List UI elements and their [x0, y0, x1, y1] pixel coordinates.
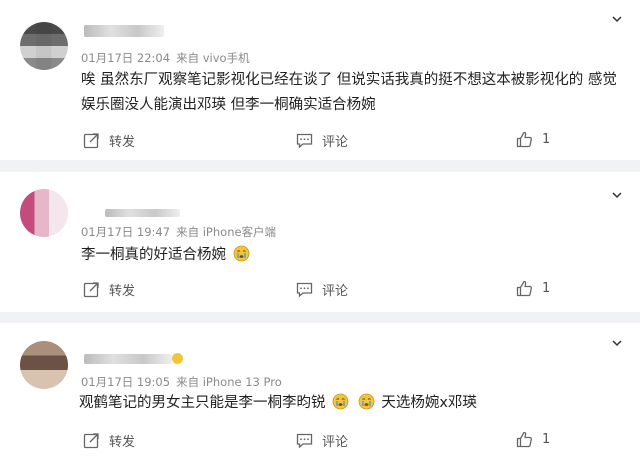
comment-label: 评论 — [322, 284, 349, 299]
crying-face-icon — [358, 393, 375, 410]
comment-body: 李一桐真的好适合杨婉 — [81, 243, 621, 268]
username-redacted[interactable] — [105, 209, 180, 217]
repost-button[interactable]: 转发 — [83, 131, 135, 150]
comment-source: 来自 iPhone客户端 — [176, 225, 277, 239]
comment-card: 01月17日 19:05 来自 iPhone 13 Pro 观鹤笔记的男女主只能是… — [0, 323, 640, 466]
like-button[interactable]: 1 — [516, 280, 550, 297]
like-button[interactable]: 1 — [516, 131, 550, 148]
comment-card: 01月17日 19:47 来自 iPhone客户端 李一桐真的好适合杨婉 转发 — [0, 172, 640, 312]
chevron-down-icon[interactable] — [612, 14, 622, 24]
comment-label: 评论 — [322, 135, 349, 150]
repost-button[interactable]: 转发 — [83, 431, 135, 450]
chevron-down-icon[interactable] — [612, 338, 622, 348]
comment-icon — [296, 433, 313, 449]
action-bar: 转发 评论 1 — [0, 431, 640, 453]
comment-meta: 01月17日 19:47 来自 iPhone客户端 — [81, 224, 276, 240]
avatar[interactable] — [20, 341, 68, 389]
repost-label: 转发 — [109, 284, 136, 299]
repost-label: 转发 — [109, 435, 136, 450]
crying-face-icon — [332, 393, 349, 410]
user-badge-icon — [172, 353, 183, 364]
username-redacted[interactable] — [84, 25, 164, 37]
like-button[interactable]: 1 — [516, 431, 550, 448]
comment-source: 来自 iPhone 13 Pro — [176, 375, 282, 389]
share-icon — [83, 282, 99, 298]
avatar[interactable] — [20, 189, 68, 237]
comment-text-part2: 天选杨婉x邓瑛 — [381, 395, 477, 411]
like-count: 1 — [542, 132, 551, 147]
comment-meta: 01月17日 19:05 来自 iPhone 13 Pro — [81, 374, 282, 390]
comment-body: 观鹤笔记的男女主只能是李一桐李昀锐 天选杨婉x邓瑛 — [79, 391, 619, 416]
comment-button[interactable]: 评论 — [296, 280, 348, 299]
comment-icon — [296, 133, 313, 149]
comment-button[interactable]: 评论 — [296, 431, 348, 450]
comment-icon — [296, 282, 313, 298]
thumbs-up-icon — [516, 431, 532, 448]
crying-face-icon — [233, 245, 250, 262]
like-count: 1 — [542, 281, 551, 296]
avatar[interactable] — [20, 22, 68, 70]
action-bar: 转发 评论 1 — [0, 280, 640, 302]
thumbs-up-icon — [516, 280, 532, 297]
comment-label: 评论 — [322, 435, 349, 450]
comment-time: 01月17日 22:04 — [81, 51, 171, 65]
chevron-down-icon[interactable] — [612, 190, 622, 200]
comment-card: 01月17日 22:04 来自 vivo手机 唉 虽然东厂观察笔记影视化已经在谈了… — [0, 0, 640, 160]
action-bar: 转发 评论 1 — [0, 131, 640, 153]
repost-label: 转发 — [109, 135, 136, 150]
comment-button[interactable]: 评论 — [296, 131, 348, 150]
username-redacted[interactable] — [84, 354, 172, 364]
share-icon — [83, 433, 99, 449]
like-count: 1 — [542, 432, 551, 447]
comment-time: 01月17日 19:05 — [81, 375, 171, 389]
share-icon — [83, 133, 99, 149]
comment-source: 来自 vivo手机 — [176, 51, 250, 65]
comment-text: 李一桐真的好适合杨婉 — [81, 247, 226, 263]
thumbs-up-icon — [516, 131, 532, 148]
comment-time: 01月17日 19:47 — [81, 225, 171, 239]
comment-meta: 01月17日 22:04 来自 vivo手机 — [81, 50, 250, 66]
comment-text-part1: 观鹤笔记的男女主只能是李一桐李昀锐 — [79, 395, 326, 411]
comment-feed: 01月17日 22:04 来自 vivo手机 唉 虽然东厂观察笔记影视化已经在谈了… — [0, 0, 640, 466]
comment-text: 唉 虽然东厂观察笔记影视化已经在谈了 但说实话我真的挺不想这本被影视化的 感觉娱… — [81, 72, 617, 113]
repost-button[interactable]: 转发 — [83, 280, 135, 299]
